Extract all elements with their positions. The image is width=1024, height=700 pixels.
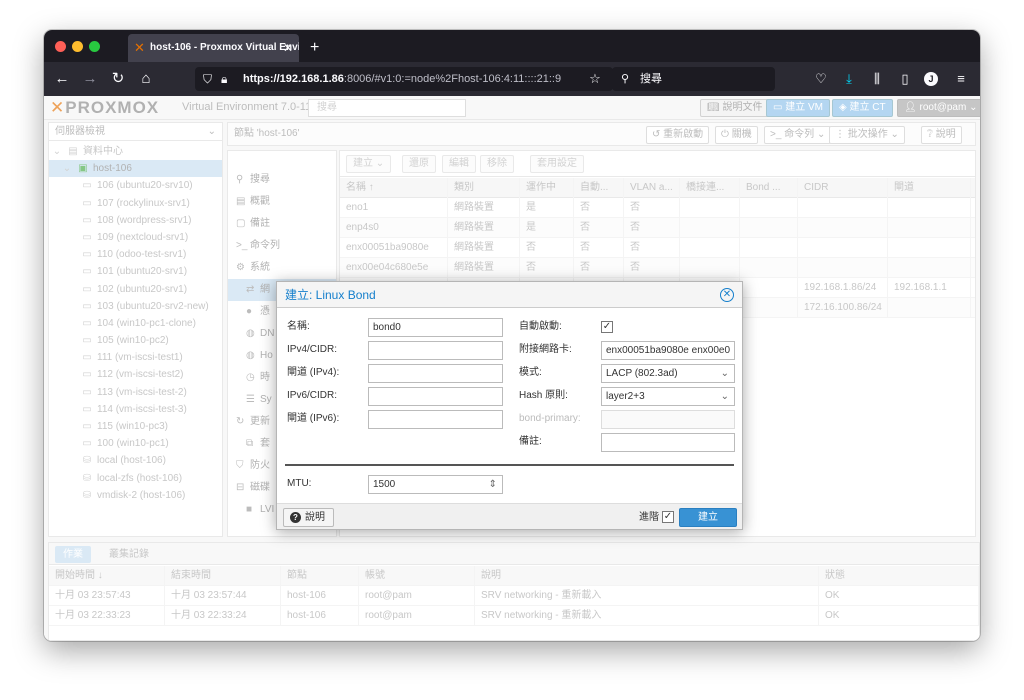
mode-select[interactable]: LACP (802.3ad) ⌄	[601, 364, 735, 383]
home-icon[interactable]: ⌂	[136, 68, 156, 90]
comment-label: 備註:	[519, 436, 542, 447]
browser-tab[interactable]: ✕ host-106 - Proxmox Virtual Envi ✕	[128, 34, 299, 62]
downloads-icon[interactable]: ⤓	[840, 68, 858, 90]
ipv4-cidr-field[interactable]	[368, 341, 503, 360]
proxmox-app: ✕PROXMOX Virtual Environment 7.0-11 搜尋 📖…	[44, 96, 980, 641]
menu-icon[interactable]: ≡	[952, 68, 970, 90]
ipv6-label: IPv6/CIDR:	[287, 390, 338, 401]
forward-icon[interactable]: →	[80, 68, 100, 90]
gateway-ipv4-label: 閘道 (IPv4):	[287, 367, 340, 378]
browser-window: ✕ host-106 - Proxmox Virtual Envi ✕ + ← …	[44, 30, 980, 641]
advanced-label: 進階	[639, 512, 659, 523]
dialog-title: 建立: Linux Bond	[285, 288, 376, 302]
bond-slaves-label: 附接網路卡:	[519, 344, 572, 355]
gateway-ipv6-label: 閘道 (IPv6):	[287, 413, 340, 424]
back-icon[interactable]: ←	[52, 68, 72, 90]
mode-label: 模式:	[519, 367, 542, 378]
bookmark-star-icon[interactable]: ☆	[586, 68, 604, 90]
url-host: https://192.168.1.86	[243, 73, 344, 85]
gateway-ipv4-field[interactable]	[368, 364, 503, 383]
advanced-checkbox[interactable]: ✓	[662, 511, 674, 523]
ipv6-cidr-field[interactable]	[368, 387, 503, 406]
url-path: :8006/#v1:0:=node%2Fhost-106:4:11::::21:…	[343, 73, 562, 85]
tab-title: host-106 - Proxmox Virtual Envi	[150, 42, 299, 53]
dialog-help-button[interactable]: ? 說明	[283, 508, 334, 527]
name-label: 名稱:	[287, 321, 310, 332]
hash-policy-value: layer2+3	[606, 391, 645, 402]
help-circle-icon: ?	[290, 511, 301, 523]
pocket-icon[interactable]: ♡	[812, 68, 830, 90]
autostart-checkbox[interactable]: ✓	[601, 321, 613, 333]
chevron-down-icon: ⌄	[720, 368, 729, 379]
chevron-down-icon: ⌄	[720, 391, 729, 402]
reload-icon[interactable]: ↻	[108, 68, 128, 90]
browser-navbar: ← → ↻ ⌂ ⛉ 🔒︎ https://192.168.1.86:8006/#…	[44, 62, 980, 96]
zoom-window-button[interactable]	[89, 41, 100, 52]
dialog-header: 建立: Linux Bond ✕	[277, 282, 742, 308]
proxmox-favicon-icon: ✕	[134, 40, 145, 55]
new-tab-button[interactable]: +	[310, 34, 319, 62]
create-submit-button[interactable]: 建立	[679, 508, 737, 527]
dialog-divider	[285, 464, 734, 466]
name-field[interactable]: bond0	[368, 318, 503, 337]
shield-icon[interactable]: ⛉	[203, 67, 212, 91]
library-icon[interactable]: ⫼	[868, 68, 886, 90]
close-window-button[interactable]	[55, 41, 66, 52]
browser-search-bar[interactable]: ⚲ 搜尋	[612, 67, 775, 91]
spinner-icon[interactable]: ⇕	[489, 476, 497, 493]
sidebar-icon[interactable]: ▯	[896, 68, 914, 90]
minimize-window-button[interactable]	[72, 41, 83, 52]
bond-slaves-field[interactable]: enx00051ba9080e enx00e0	[601, 341, 735, 360]
hash-policy-label: Hash 原則:	[519, 390, 568, 401]
mtu-label: MTU:	[287, 478, 312, 489]
tab-close-icon[interactable]: ✕	[283, 34, 293, 62]
profile-avatar[interactable]: J	[924, 72, 938, 86]
comment-field[interactable]	[601, 433, 735, 452]
bond-primary-field[interactable]	[601, 410, 735, 429]
bond-primary-label: bond-primary:	[519, 413, 581, 424]
create-linux-bond-dialog: 建立: Linux Bond ✕ 名稱: bond0 IPv4/CIDR: 閘道…	[276, 281, 743, 530]
mtu-value: 1500	[373, 479, 396, 490]
url-bar[interactable]: ⛉ 🔒︎ https://192.168.1.86:8006/#v1:0:=no…	[195, 67, 613, 91]
lock-icon[interactable]: 🔒︎	[221, 67, 227, 91]
search-icon: ⚲	[621, 73, 630, 85]
gateway-ipv6-field[interactable]	[368, 410, 503, 429]
browser-search-placeholder: 搜尋	[640, 73, 662, 85]
dialog-footer: ? 說明 進階 ✓ 建立	[277, 503, 742, 529]
browser-titlebar: ✕ host-106 - Proxmox Virtual Envi ✕ +	[44, 30, 980, 62]
autostart-label: 自動啟動:	[519, 321, 562, 332]
dialog-help-label: 說明	[305, 512, 325, 523]
hash-policy-select[interactable]: layer2+3 ⌄	[601, 387, 735, 406]
close-icon[interactable]: ✕	[720, 288, 734, 302]
ipv4-label: IPv4/CIDR:	[287, 344, 338, 355]
mode-value: LACP (802.3ad)	[606, 368, 678, 379]
mtu-stepper[interactable]: 1500 ⇕	[368, 475, 503, 494]
